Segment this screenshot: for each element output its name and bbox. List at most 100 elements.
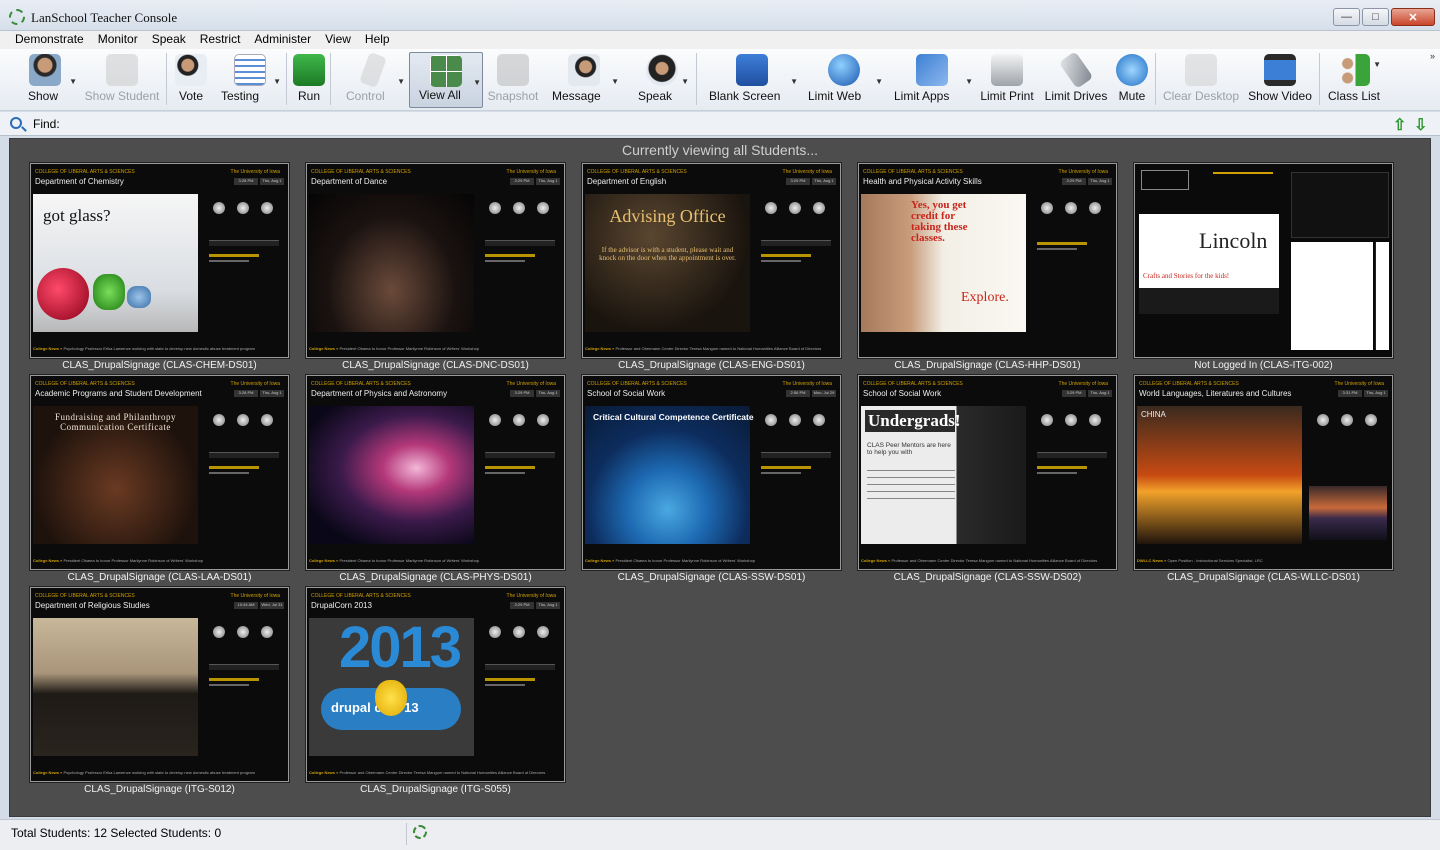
menu-restrict[interactable]: Restrict xyxy=(193,31,248,49)
signage-clock: 3:29 PM xyxy=(786,178,810,185)
news-ticker: College News » President Obama to honor … xyxy=(33,558,204,563)
view-all-button[interactable]: ▼ View All xyxy=(409,52,483,108)
window-title: LanSchool Teacher Console xyxy=(31,10,178,25)
limit-apps-button[interactable]: ▼ Limit Apps xyxy=(890,52,974,108)
menu-help[interactable]: Help xyxy=(358,31,397,49)
signage-clock: 3:29 PM xyxy=(510,390,534,397)
weather-icon xyxy=(489,626,501,638)
university-header: The University of Iowa xyxy=(782,169,832,175)
student-thumbnail[interactable]: COLLEGE OF LIBERAL ARTS & SCIENCES The U… xyxy=(30,375,289,583)
student-screen[interactable]: COLLEGE OF LIBERAL ARTS & SCIENCES The U… xyxy=(306,375,565,570)
menu-administer[interactable]: Administer xyxy=(247,31,318,49)
university-header: The University of Iowa xyxy=(1058,381,1108,387)
limit-drives-button[interactable]: Limit Drives xyxy=(1042,51,1110,108)
find-next-icon[interactable]: ⇩ xyxy=(1414,115,1427,135)
student-thumbnail[interactable]: COLLEGE OF LIBERAL ARTS & SCIENCES The U… xyxy=(306,375,565,583)
minimize-button[interactable]: — xyxy=(1333,8,1360,26)
student-screen[interactable]: COLLEGE OF LIBERAL ARTS & SCIENCES The U… xyxy=(306,163,565,358)
limit-print-button[interactable]: Limit Print xyxy=(976,52,1038,108)
control-button[interactable]: ▼ Control xyxy=(340,51,406,108)
show-student-button[interactable]: Show Student xyxy=(83,52,161,108)
chevron-down-icon[interactable]: ▼ xyxy=(875,77,883,86)
chevron-down-icon[interactable]: ▼ xyxy=(273,77,281,86)
vote-button[interactable]: Vote xyxy=(172,52,210,108)
mute-button[interactable]: Mute xyxy=(1114,52,1150,108)
ticker-text: Professor and Obermann Center Director T… xyxy=(891,558,1098,563)
news-ticker: College News » President Obama to honor … xyxy=(309,558,480,563)
student-screen[interactable]: COLLEGE OF LIBERAL ARTS & SCIENCES The U… xyxy=(30,163,289,358)
signage-image-title: CHINA xyxy=(1141,410,1166,419)
menu-demonstrate[interactable]: Demonstrate xyxy=(8,31,91,49)
chevron-down-icon[interactable]: ▼ xyxy=(681,77,689,86)
student-thumbnail[interactable]: Lincoln Crafts and Stories for the kids!… xyxy=(1134,163,1393,371)
maximize-button[interactable]: □ xyxy=(1362,8,1389,26)
museum-logo xyxy=(1141,170,1189,190)
chevron-down-icon[interactable]: ▼ xyxy=(473,78,481,87)
signage-date: Thu, Aug 1 xyxy=(536,178,560,185)
student-thumbnail[interactable]: COLLEGE OF LIBERAL ARTS & SCIENCES The U… xyxy=(306,587,565,795)
close-button[interactable]: ✕ xyxy=(1391,8,1435,26)
testing-button[interactable]: ▼ Testing xyxy=(218,52,282,108)
student-thumbnail[interactable]: COLLEGE OF LIBERAL ARTS & SCIENCES The U… xyxy=(582,163,841,371)
find-input[interactable] xyxy=(83,114,1383,133)
signage-clock: 3:29 PM xyxy=(1062,178,1086,185)
menu-view[interactable]: View xyxy=(318,31,358,49)
events-tabs xyxy=(761,240,831,246)
student-screen[interactable]: COLLEGE OF LIBERAL ARTS & SCIENCES The U… xyxy=(858,163,1117,358)
news-ticker: DWLLC News » Open Position - Instruction… xyxy=(1137,558,1263,563)
usb-drive-icon xyxy=(1058,51,1094,89)
student-thumbnail[interactable]: COLLEGE OF LIBERAL ARTS & SCIENCES The U… xyxy=(306,163,565,371)
limit-web-button[interactable]: ▼ Limit Web xyxy=(804,52,884,108)
news-ticker: College News » Professor and Obermann Ce… xyxy=(585,346,822,351)
student-screen[interactable]: COLLEGE OF LIBERAL ARTS & SCIENCES The U… xyxy=(582,163,841,358)
student-screen[interactable]: COLLEGE OF LIBERAL ARTS & SCIENCES The U… xyxy=(858,375,1117,570)
chevron-down-icon[interactable]: ▼ xyxy=(965,77,973,86)
show-button[interactable]: ▼ Show xyxy=(12,52,78,108)
status-divider xyxy=(406,823,407,845)
student-thumbnail[interactable]: COLLEGE OF LIBERAL ARTS & SCIENCES The U… xyxy=(858,375,1117,583)
speak-button[interactable]: ▼ Speak xyxy=(634,52,690,108)
signage-image: got glass? xyxy=(33,194,198,332)
weather-icon xyxy=(813,202,825,214)
student-thumbnail[interactable]: COLLEGE OF LIBERAL ARTS & SCIENCES The U… xyxy=(582,375,841,583)
find-previous-icon[interactable]: ⇧ xyxy=(1393,115,1406,135)
class-list-button[interactable]: ▼ Class List xyxy=(1326,52,1382,108)
run-button[interactable]: Run xyxy=(292,52,326,108)
limit-apps-icon xyxy=(916,54,948,86)
department-name: Department of Physics and Astronomy xyxy=(311,389,448,398)
menu-monitor[interactable]: Monitor xyxy=(91,31,145,49)
events-tabs xyxy=(1037,452,1107,458)
testing-icon xyxy=(234,54,266,86)
chevron-down-icon[interactable]: ▼ xyxy=(790,77,798,86)
student-thumbnail[interactable]: COLLEGE OF LIBERAL ARTS & SCIENCES The U… xyxy=(30,587,289,795)
clear-desktop-label: Clear Desktop xyxy=(1162,89,1240,103)
student-screen[interactable]: COLLEGE OF LIBERAL ARTS & SCIENCES The U… xyxy=(306,587,565,782)
clear-desktop-button[interactable]: Clear Desktop xyxy=(1162,52,1240,108)
university-header: The University of Iowa xyxy=(1058,169,1108,175)
show-video-button[interactable]: Show Video xyxy=(1246,52,1314,108)
class-list-icon xyxy=(1338,54,1370,86)
event-item xyxy=(209,254,259,257)
event-item xyxy=(209,260,249,262)
message-button[interactable]: ▼ Message xyxy=(548,52,620,108)
chevron-down-icon[interactable]: ▼ xyxy=(69,77,77,86)
chevron-down-icon[interactable]: ▼ xyxy=(397,77,405,86)
student-thumbnail[interactable]: COLLEGE OF LIBERAL ARTS & SCIENCES The U… xyxy=(858,163,1117,371)
blank-screen-button[interactable]: ▼ Blank Screen xyxy=(705,52,799,108)
toolbar-overflow-icon[interactable]: » xyxy=(1430,51,1435,61)
menu-speak[interactable]: Speak xyxy=(145,31,193,49)
event-item xyxy=(1037,472,1077,474)
university-header: The University of Iowa xyxy=(230,169,280,175)
student-screen[interactable]: COLLEGE OF LIBERAL ARTS & SCIENCES The U… xyxy=(1134,375,1393,570)
chevron-down-icon[interactable]: ▼ xyxy=(1373,60,1381,69)
signage-sidebar xyxy=(479,618,561,758)
student-screen[interactable]: COLLEGE OF LIBERAL ARTS & SCIENCES The U… xyxy=(582,375,841,570)
snapshot-button[interactable]: Snapshot xyxy=(486,52,540,108)
student-screen[interactable]: COLLEGE OF LIBERAL ARTS & SCIENCES The U… xyxy=(30,375,289,570)
chevron-down-icon[interactable]: ▼ xyxy=(611,77,619,86)
student-thumbnail[interactable]: COLLEGE OF LIBERAL ARTS & SCIENCES The U… xyxy=(1134,375,1393,583)
student-screen[interactable]: Lincoln Crafts and Stories for the kids! xyxy=(1134,163,1393,358)
flask-red xyxy=(37,268,89,320)
student-screen[interactable]: COLLEGE OF LIBERAL ARTS & SCIENCES The U… xyxy=(30,587,289,782)
student-thumbnail[interactable]: COLLEGE OF LIBERAL ARTS & SCIENCES The U… xyxy=(30,163,289,371)
